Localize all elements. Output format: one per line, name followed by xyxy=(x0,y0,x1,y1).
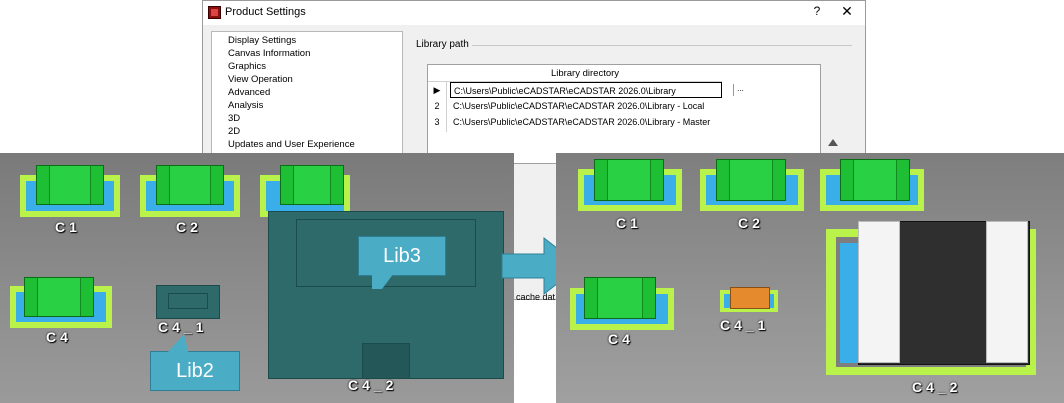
title-bar: Product Settings ? ✕ xyxy=(203,1,865,25)
tree-item-analysis[interactable]: Analysis xyxy=(228,100,263,111)
callout-lib2: Lib2 xyxy=(150,351,240,391)
dialog-title: Product Settings xyxy=(225,6,306,18)
tree-item-2d[interactable]: 2D xyxy=(228,126,240,137)
library-path: C:\Users\Public\eCADSTAR\eCADSTAR 2026.0… xyxy=(453,101,705,111)
tree-item-updates[interactable]: Updates and User Experience xyxy=(228,139,355,150)
row-header-divider xyxy=(446,82,447,132)
library-row[interactable]: C:\Users\Public\eCADSTAR\eCADSTAR 2026.0… xyxy=(450,98,722,114)
library-path: C:\Users\Public\eCADSTAR\eCADSTAR 2026.0… xyxy=(454,86,676,96)
terminal-left xyxy=(858,221,900,363)
tree-item-canvas-information[interactable]: Canvas Information xyxy=(228,48,310,59)
tree-item-graphics[interactable]: Graphics xyxy=(228,61,266,72)
tree-item-display-settings[interactable]: Display Settings xyxy=(228,35,296,46)
grid-scroll-arrow-icon[interactable] xyxy=(828,139,838,146)
ref-label: C1 xyxy=(55,219,81,235)
component-body xyxy=(24,277,94,317)
component-tab xyxy=(362,343,410,379)
ref-label: C1 xyxy=(616,215,642,231)
tree-item-advanced[interactable]: Advanced xyxy=(228,87,270,98)
before-3d-view: C1 C2 C4 C4_1 C4_2 Lib3 Lib2 xyxy=(0,153,514,403)
component-body xyxy=(716,159,786,201)
component-outline xyxy=(168,293,208,309)
callout-lib3: Lib3 xyxy=(358,236,446,276)
component-body xyxy=(156,165,224,205)
group-divider xyxy=(472,45,852,46)
library-row[interactable]: C:\Users\Public\eCADSTAR\eCADSTAR 2026.0… xyxy=(450,82,744,98)
ref-label: C4_1 xyxy=(158,319,208,335)
grid-header: Library directory xyxy=(550,68,620,79)
callout-pointer-icon xyxy=(372,273,394,289)
library-row[interactable]: C:\Users\Public\eCADSTAR\eCADSTAR 2026.0… xyxy=(450,114,722,130)
ref-label: C4_2 xyxy=(348,377,398,393)
close-button[interactable]: ✕ xyxy=(839,3,855,20)
current-row-indicator-icon: ▶ xyxy=(433,85,441,95)
component-body xyxy=(594,159,664,201)
library-path: C:\Users\Public\eCADSTAR\eCADSTAR 2026.0… xyxy=(453,117,711,127)
terminal-right xyxy=(986,221,1028,363)
callout-pointer-icon xyxy=(168,334,188,352)
component-body-tantalum xyxy=(730,287,770,309)
ref-label: C4_1 xyxy=(720,317,770,333)
ref-label: C2 xyxy=(738,215,764,231)
ref-label: C4 xyxy=(608,331,634,347)
component-body xyxy=(280,165,344,205)
tree-item-view-operation[interactable]: View Operation xyxy=(228,74,293,85)
ref-label: C4_2 xyxy=(912,379,962,395)
help-button[interactable]: ? xyxy=(809,4,825,18)
tree-item-3d[interactable]: 3D xyxy=(228,113,240,124)
component-body xyxy=(584,277,656,319)
app-icon xyxy=(208,6,221,19)
row-number: 3 xyxy=(434,117,440,127)
browse-button[interactable]: ... xyxy=(733,84,747,96)
component-body xyxy=(36,165,104,205)
library-grid: Library directory ▶ C:\Users\Public\eCAD… xyxy=(427,64,821,164)
row-number: 2 xyxy=(434,101,440,111)
component-body xyxy=(840,159,910,201)
after-3d-view: C1 C2 C4 C4_1 C4_2 xyxy=(556,153,1064,403)
ref-label: C4 xyxy=(46,329,72,345)
group-label: Library path xyxy=(416,39,469,50)
ref-label: C2 xyxy=(176,219,202,235)
